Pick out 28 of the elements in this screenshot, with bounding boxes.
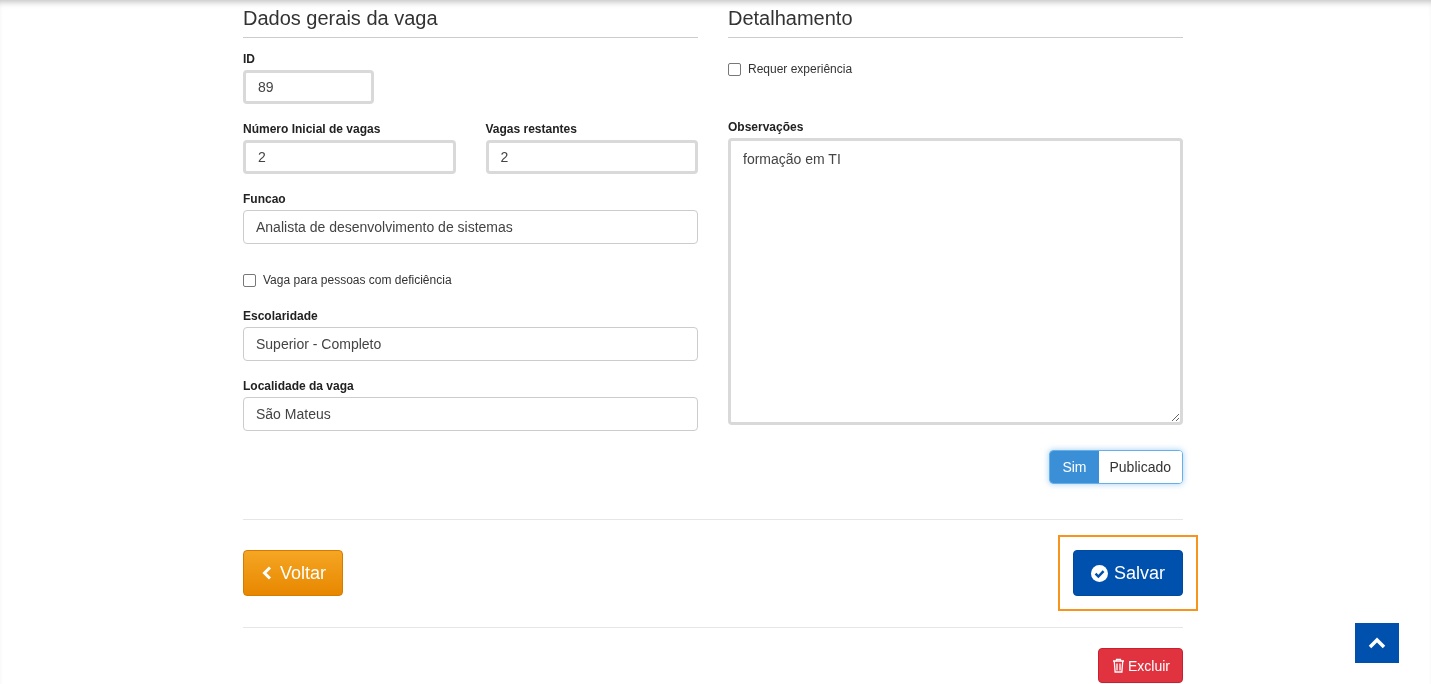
section-title: Detalhamento [728,6,1183,38]
checkbox[interactable] [728,62,741,76]
section-title: Dados gerais da vaga [243,6,698,38]
checkbox-label: Requer experiência [748,62,853,76]
field-label: ID [243,52,256,66]
publish-toggle[interactable]: Sim Publicado [1049,450,1183,484]
chevron-left-icon [262,566,272,580]
chevron-up-icon [1368,637,1386,649]
input-field[interactable]: São Mateus [243,397,698,431]
input-field[interactable]: Superior - Completo [243,327,698,361]
notes-field[interactable]: formação em TI [728,138,1183,425]
delete-button[interactable]: Excluir [1098,648,1183,683]
field-label: Número Inicial de vagas [243,122,382,136]
input-field[interactable]: 2 [243,140,456,174]
input-field[interactable]: 89 [243,70,374,104]
scroll-top-button[interactable] [1355,623,1399,663]
input-field[interactable]: Analista de desenvolvimento de sistemas [243,210,698,244]
field-label: Funcao [243,192,287,206]
check-circle-icon [1090,564,1108,582]
field-label: Escolaridade [243,309,319,323]
field-label: Vagas restantes [485,122,578,136]
field-label: Observações [728,120,805,134]
field-label: Localidade da vaga [243,379,355,393]
checkbox[interactable] [243,273,256,287]
checkbox-label: Vaga para pessoas com deficiência [263,273,452,287]
trash-icon [1112,658,1125,673]
input-field[interactable]: 2 [485,140,698,174]
save-button[interactable]: Salvar [1072,550,1183,596]
